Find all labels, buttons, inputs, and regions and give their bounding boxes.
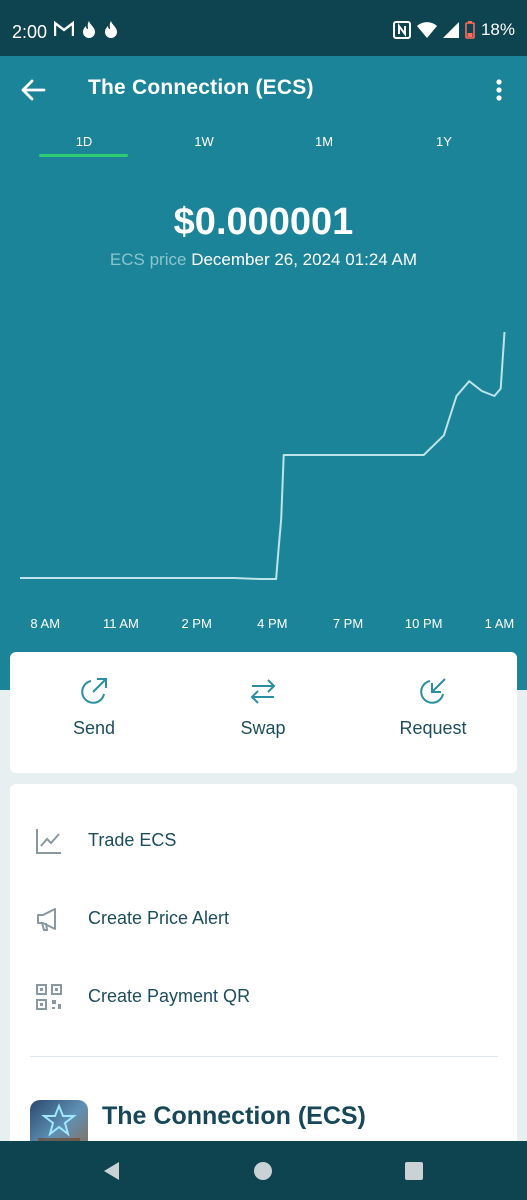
price-value: $0.000001 [173, 201, 354, 243]
back-arrow-icon[interactable] [18, 76, 50, 104]
tab-1w[interactable]: 1W [159, 134, 249, 149]
price-timestamp: December 26, 2024 01:24 AM [191, 250, 418, 269]
signal-icon [442, 22, 459, 38]
menu-item-label: Create Payment QR [88, 986, 251, 1006]
request-label: Request [399, 718, 467, 738]
action-card: Send Swap Request [10, 652, 517, 773]
tab-1m[interactable]: 1M [279, 134, 369, 149]
divider [30, 1056, 498, 1057]
menu-item-label: Create Price Alert [88, 908, 230, 928]
request-button[interactable]: Request [373, 674, 493, 739]
nfc-icon [392, 21, 411, 39]
app-bar: The Connection (ECS) [0, 56, 527, 124]
menu-item-payment-qr[interactable]: Create Payment QR [10, 970, 517, 1022]
battery-percent: 18% [480, 20, 515, 39]
x-tick-label: 8 AM [30, 616, 61, 631]
x-tick-label: 4 PM [257, 616, 288, 631]
trend-chart-icon [36, 829, 61, 854]
swap-button[interactable]: Swap [203, 674, 323, 739]
x-tick-label: 1 AM [484, 616, 515, 631]
price-label: ECS price [109, 250, 187, 269]
tinder-flame-icon [83, 21, 95, 38]
send-button[interactable]: Send [34, 674, 154, 739]
swap-arrows-icon [250, 679, 276, 704]
tab-1y[interactable]: 1Y [399, 134, 489, 149]
swap-label: Swap [240, 718, 286, 738]
back-triangle-icon[interactable] [100, 1159, 124, 1183]
menu-item-trade[interactable]: Trade ECS [10, 814, 517, 866]
wifi-icon [416, 22, 437, 38]
x-tick-label: 11 AM [102, 616, 139, 631]
x-tick-label: 10 PM [404, 616, 443, 631]
x-tick-label: 2 PM [181, 616, 212, 631]
more-vertical-icon[interactable] [489, 76, 509, 104]
menu-card: Trade ECS Create Price Alert Create Paym… [10, 784, 517, 1200]
send-label: Send [72, 718, 116, 738]
system-nav-bar [0, 1141, 527, 1200]
home-circle-icon[interactable] [251, 1159, 275, 1183]
page-title: The Connection (ECS) [88, 76, 314, 99]
timeframe-tabs: 1D 1W 1M 1Y [0, 128, 527, 158]
tab-1d[interactable]: 1D [39, 134, 129, 149]
x-axis: 8 AM 11 AM 2 PM 4 PM 7 PM 10 PM 1 AM [0, 616, 527, 640]
status-time: 2:00 [12, 22, 48, 42]
recents-square-icon[interactable] [402, 1159, 426, 1183]
price-header: The Connection (ECS) 1D 1W 1M 1Y $0.0000… [0, 56, 527, 690]
selected-tab-indicator [39, 154, 128, 157]
price-chart[interactable] [0, 326, 527, 656]
price-line [20, 331, 506, 580]
price-subtitle: ECS price December 26, 2024 01:24 AM [0, 250, 527, 270]
send-arrow-icon [81, 678, 107, 704]
tinder-flame-icon [105, 21, 117, 38]
qr-code-icon [36, 984, 62, 1010]
menu-item-price-alert[interactable]: Create Price Alert [10, 892, 517, 944]
megaphone-icon [37, 908, 56, 931]
battery-icon [465, 21, 475, 39]
status-bar: 2:00 18% [0, 0, 527, 56]
x-tick-label: 7 PM [332, 616, 364, 631]
gmail-icon [54, 21, 74, 36]
coin-title: The Connection (ECS) [102, 1102, 366, 1130]
menu-item-label: Trade ECS [88, 830, 177, 850]
request-arrow-icon [420, 678, 446, 704]
